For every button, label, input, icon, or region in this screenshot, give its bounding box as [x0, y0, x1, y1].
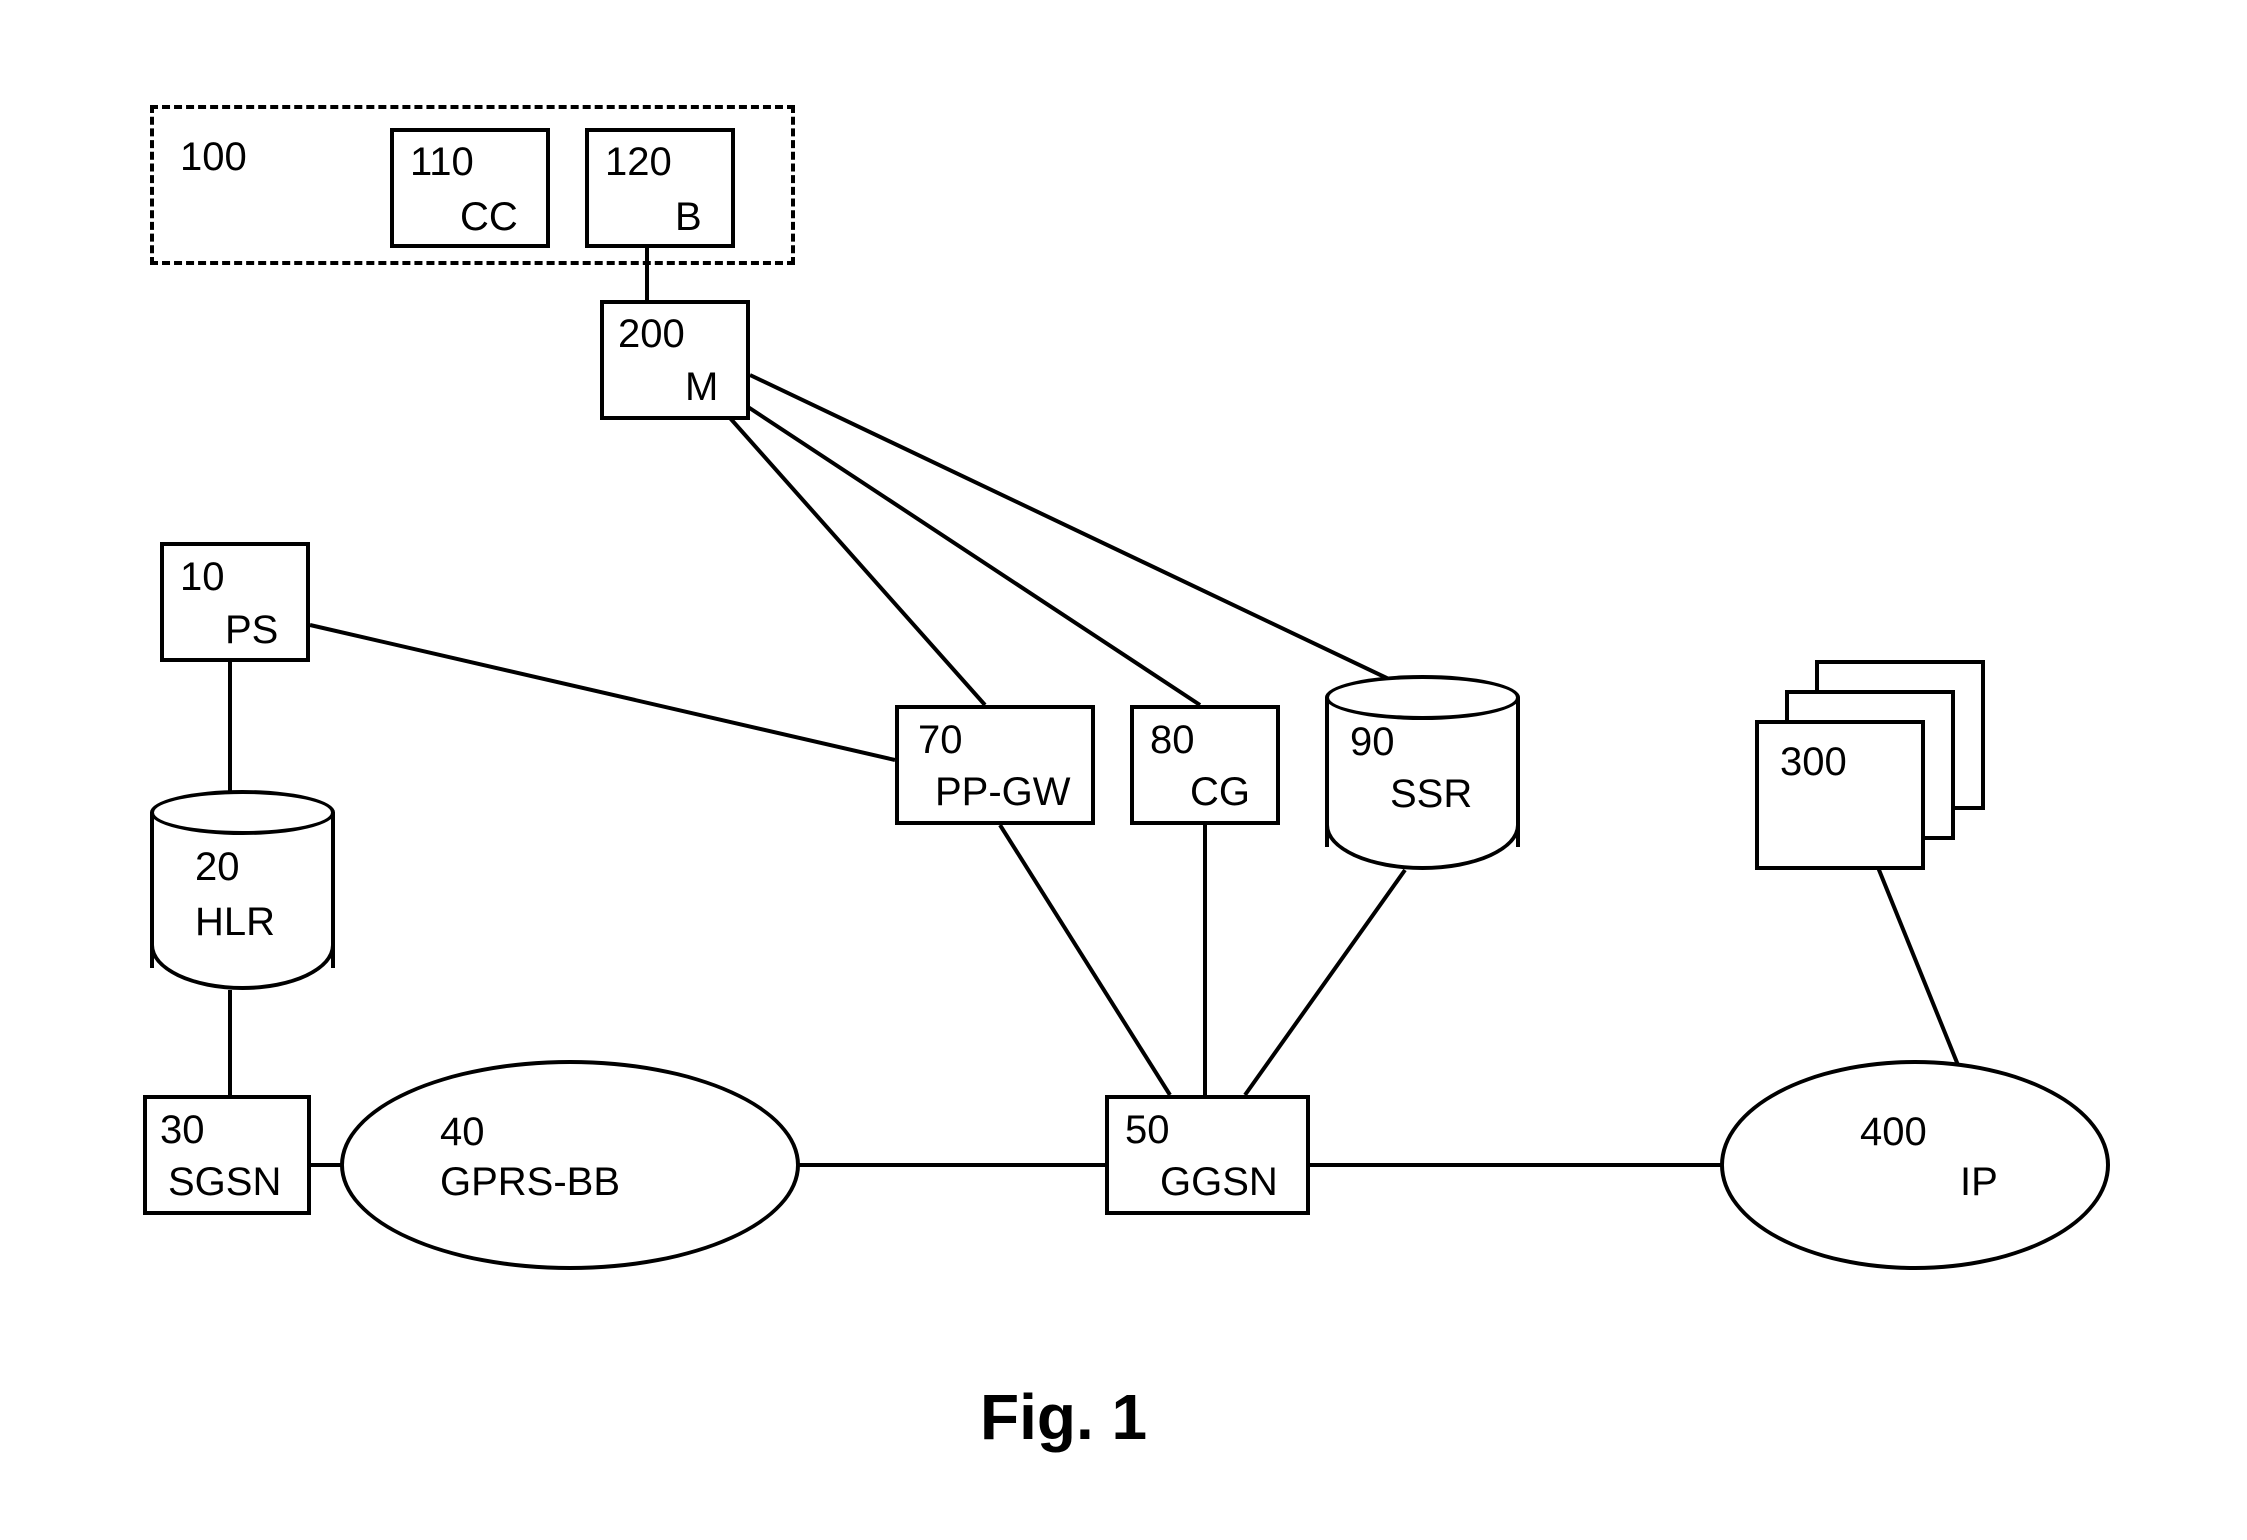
node-ps-num: 10 — [180, 555, 225, 600]
node-pp-gw-num: 70 — [918, 718, 963, 763]
node-sgsn-label: SGSN — [168, 1160, 281, 1205]
node-300-num: 300 — [1780, 740, 1847, 785]
node-m-num: 200 — [618, 312, 685, 357]
node-ip-label: IP — [1960, 1160, 1998, 1205]
node-hlr-label: HLR — [195, 900, 275, 945]
node-cc-num: 110 — [410, 140, 474, 185]
node-cg-num: 80 — [1150, 718, 1195, 763]
node-cc-label: CC — [460, 195, 518, 240]
node-pp-gw-label: PP-GW — [935, 770, 1071, 815]
node-ssr-label: SSR — [1390, 772, 1472, 817]
figure-caption: Fig. 1 — [980, 1380, 1147, 1454]
node-hlr-num: 20 — [195, 845, 240, 890]
node-gprs-bb-num: 40 — [440, 1110, 485, 1155]
node-sgsn-num: 30 — [160, 1108, 205, 1153]
node-m-label: M — [685, 365, 718, 410]
node-ggsn-label: GGSN — [1160, 1160, 1278, 1205]
node-ip-num: 400 — [1860, 1110, 1927, 1155]
node-b-label: B — [675, 195, 702, 240]
group-100-num: 100 — [180, 135, 247, 180]
diagram-canvas: 100 110 CC 120 B 200 M 10 PS 20 HLR 30 S… — [0, 0, 2247, 1540]
node-gprs-bb-label: GPRS-BB — [440, 1160, 620, 1205]
node-ip — [1720, 1060, 2110, 1270]
node-cg-label: CG — [1190, 770, 1250, 815]
node-ps-label: PS — [225, 608, 278, 653]
node-ssr-num: 90 — [1350, 720, 1395, 765]
node-ggsn-num: 50 — [1125, 1108, 1170, 1153]
node-b-num: 120 — [605, 140, 672, 185]
node-hlr — [150, 790, 335, 990]
